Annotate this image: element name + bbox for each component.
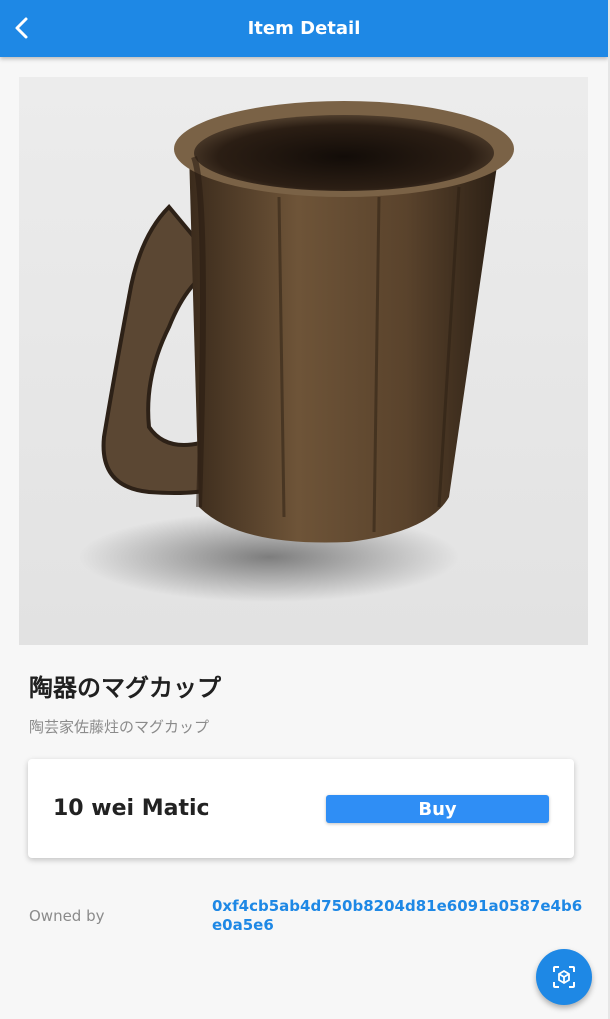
item-name: 陶器のマグカップ <box>29 674 221 702</box>
owner-address-link[interactable]: 0xf4cb5ab4d750b8204d81e6091a0587e4b6e0a5… <box>212 897 584 935</box>
owned-by-label: Owned by <box>29 907 105 925</box>
item-image <box>19 77 588 645</box>
mug-illustration <box>79 101 514 602</box>
app-bar: Item Detail <box>0 0 608 57</box>
page-title: Item Detail <box>247 18 361 39</box>
view-3d-button[interactable] <box>536 949 592 1005</box>
buy-button[interactable]: Buy <box>326 795 549 823</box>
item-description: 陶芸家佐藤炷のマグカップ <box>29 718 210 736</box>
3d-view-icon <box>553 966 575 988</box>
price-label: 10 wei Matic <box>53 796 210 821</box>
purchase-card: 10 wei Matic Buy <box>28 759 574 858</box>
